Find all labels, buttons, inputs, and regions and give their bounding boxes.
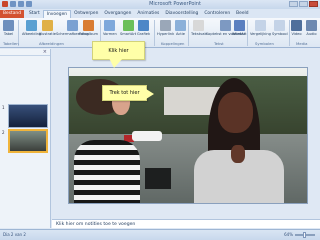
close-icon[interactable] <box>309 1 318 7</box>
group-tables-label: Tabellen <box>3 41 19 46</box>
chart-icon <box>138 20 150 31</box>
app-icon <box>2 1 8 7</box>
photo-album-icon <box>83 20 94 31</box>
ribbon: Tabel Afbeelding Illustratie Schermafbee… <box>0 18 320 48</box>
slide-thumbnail-2[interactable] <box>8 129 48 153</box>
equation-button[interactable]: Vergelijking <box>250 20 271 36</box>
scene-person-left-body <box>74 140 140 203</box>
slide-number: 1 <box>2 105 5 110</box>
audio-button[interactable]: Audio <box>306 20 317 36</box>
action-icon <box>175 20 186 31</box>
group-links-label: Koppelingen <box>161 41 185 46</box>
callout-click-here: Klik hier <box>92 41 145 68</box>
undo-icon[interactable] <box>18 1 24 7</box>
ribbon-tabs: Bestand Start Invoegen Ontwerpen Overgan… <box>0 9 320 18</box>
symbol-button[interactable]: Symbool <box>272 20 288 36</box>
scene-bag <box>145 168 171 189</box>
shapes-icon <box>104 20 116 31</box>
group-media-label: Media <box>296 41 308 46</box>
tab-design[interactable]: Ontwerpen <box>71 10 101 18</box>
table-button[interactable]: Tabel <box>3 20 14 36</box>
notes-pane[interactable]: Klik hier om notities toe te voegen <box>52 219 320 228</box>
slide-number: 2 <box>2 130 5 135</box>
smartart-icon <box>122 20 134 31</box>
clipart-icon <box>41 20 53 31</box>
tab-slideshow[interactable]: Diavoorstelling <box>162 10 201 18</box>
save-icon[interactable] <box>10 1 16 7</box>
slides-panel-tabs: × <box>0 49 50 56</box>
scene-person-right-face <box>218 92 253 133</box>
shapes-button[interactable]: Vormen <box>103 20 117 36</box>
photo-album-button[interactable]: Fotoalbum <box>79 20 98 36</box>
group-separator <box>247 20 248 46</box>
zoom-slider-knob[interactable] <box>303 232 306 238</box>
minimize-icon[interactable] <box>289 1 298 7</box>
tab-insert[interactable]: Invoegen <box>42 10 72 18</box>
video-icon <box>291 20 302 31</box>
title-bar: Microsoft PowerPoint <box>0 0 320 9</box>
clipart-button[interactable]: Illustratie <box>39 20 56 36</box>
group-separator <box>154 20 155 46</box>
slide-status: Dia 2 van 2 <box>3 232 26 237</box>
chart-button[interactable]: Grafiek <box>137 20 150 36</box>
action-button[interactable]: Actie <box>175 20 186 36</box>
hyperlink-button[interactable]: Hyperlink <box>157 20 174 36</box>
hyperlink-icon <box>160 20 172 31</box>
textbox-icon <box>193 20 205 31</box>
maximize-icon[interactable] <box>299 1 308 7</box>
audio-icon <box>306 20 317 31</box>
window-controls <box>289 1 318 7</box>
symbol-icon <box>274 20 286 31</box>
redo-icon[interactable] <box>26 1 32 7</box>
group-separator <box>188 20 189 46</box>
picture-icon <box>26 20 38 31</box>
tab-file[interactable]: Bestand <box>0 10 24 18</box>
textbox-button[interactable]: Tekstvak <box>191 20 207 36</box>
slides-panel: × 1 2 <box>0 49 51 228</box>
table-icon <box>3 20 14 31</box>
tab-view[interactable]: Beeld <box>233 10 251 18</box>
video-button[interactable]: Video <box>291 20 302 36</box>
scene-white-car <box>132 131 162 141</box>
group-separator <box>289 20 290 46</box>
status-bar: Dia 2 van 2 64% <box>0 229 320 240</box>
quick-access-toolbar <box>2 1 32 7</box>
zoom-level[interactable]: 64% <box>284 232 293 237</box>
group-images-label: Afbeeldingen <box>39 41 64 46</box>
tab-transitions[interactable]: Overgangen <box>101 10 134 18</box>
wordart-button[interactable]: WordArt <box>232 20 247 36</box>
close-panel-icon[interactable]: × <box>43 49 47 55</box>
tab-review[interactable]: Controleren <box>201 10 233 18</box>
callout-drag-to-here: Trek tot hier <box>102 85 154 101</box>
smartart-button[interactable]: SmartArt <box>120 20 136 36</box>
header-footer-icon <box>220 20 232 31</box>
window-title: Microsoft PowerPoint <box>149 1 201 7</box>
wordart-icon <box>233 20 245 31</box>
scene-hand <box>231 145 245 163</box>
tab-animations[interactable]: Animaties <box>134 10 162 18</box>
screenshot-icon <box>66 20 78 31</box>
group-text-label: Tekst <box>214 41 224 46</box>
tab-home[interactable]: Start <box>26 10 43 18</box>
group-symbols-label: Symbolen <box>255 41 274 46</box>
slide-thumbnail-1[interactable] <box>8 104 48 128</box>
equation-icon <box>254 20 266 31</box>
